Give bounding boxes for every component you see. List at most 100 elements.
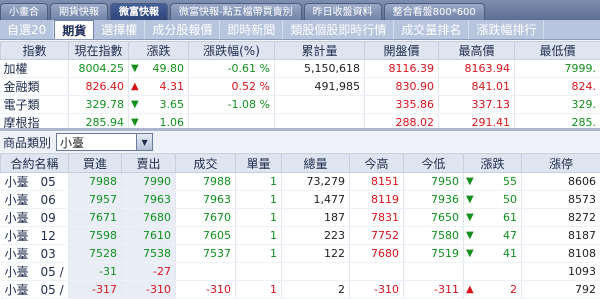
- index-name: 電子類: [0, 95, 69, 114]
- column-header[interactable]: 指數: [0, 41, 69, 60]
- total-volume: 122: [281, 244, 350, 263]
- column-header[interactable]: 現在指數: [68, 41, 129, 60]
- day-low: 7950: [403, 172, 464, 191]
- column-header[interactable]: 開盤價: [364, 41, 439, 60]
- tick-quantity: 1: [235, 280, 282, 299]
- high-price: 337.13: [438, 95, 515, 114]
- column-header[interactable]: 成交: [175, 153, 236, 173]
- day-high: -310: [349, 280, 404, 299]
- day-high: 7752: [349, 226, 404, 245]
- triangle-up-icon: ▲: [131, 81, 139, 92]
- ask-price[interactable]: 7610: [121, 226, 176, 245]
- high-price: 841.01: [438, 77, 515, 96]
- column-header[interactable]: 最低價: [514, 41, 600, 60]
- index-row[interactable]: 金融類 826.40 ▲ 4.31 0.52 % 491,985 830.90 841.01 8…: [0, 77, 600, 96]
- column-header[interactable]: 今低: [403, 153, 464, 173]
- limit-up-price: 8606: [521, 172, 600, 191]
- day-high: 8119: [349, 190, 404, 209]
- table-row[interactable]: 小臺 05 /-31 -27 1093: [0, 262, 600, 281]
- ask-price[interactable]: -27: [121, 262, 176, 281]
- pane-splitter[interactable]: [0, 128, 600, 131]
- change-percent: -1.08 %: [188, 95, 275, 114]
- low-price: 7999.: [514, 59, 600, 78]
- table-row[interactable]: 小臺 09 7671 7680 7670 1 187 7831 7650 ▼ 61 8272: [0, 208, 600, 227]
- ask-price[interactable]: -310: [121, 280, 176, 299]
- change-cell: ▼ 50: [463, 190, 522, 209]
- triangle-down-icon: ▼: [466, 230, 474, 241]
- cumulative-volume: 5,150,618: [274, 59, 365, 78]
- column-header[interactable]: 合約名稱: [0, 153, 69, 173]
- last-price: [175, 262, 236, 281]
- tick-quantity: 1: [235, 172, 282, 191]
- column-header[interactable]: 累計量: [274, 41, 365, 60]
- limit-up-price: 8187: [521, 226, 600, 245]
- window-tab[interactable]: 小畫合: [0, 3, 48, 20]
- index-row[interactable]: 電子類 329.78 ▼ 3.65 -1.08 % 335.86 337.13 329.: [0, 95, 600, 114]
- current-index: 329.78: [68, 95, 129, 114]
- window-tab[interactable]: 整合看盤800*600: [383, 3, 485, 20]
- change-cell: ▼ 61: [463, 208, 522, 227]
- change-value: 47: [503, 229, 517, 242]
- contract-name: 小臺 05: [0, 172, 69, 191]
- day-low: [403, 262, 464, 281]
- limit-up-price: 8108: [521, 244, 600, 263]
- bid-price[interactable]: -31: [68, 262, 122, 281]
- table-row[interactable]: 小臺 06 7957 7963 7963 1 1,477 8119 7936 ▼ 50 8573: [0, 190, 600, 209]
- column-header[interactable]: 買進: [68, 153, 122, 173]
- column-header[interactable]: 今高: [349, 153, 404, 173]
- change-value: 61: [503, 211, 517, 224]
- table-row[interactable]: 小臺 12 7598 7610 7605 1 223 7752 7580 ▼ 47 8187: [0, 226, 600, 245]
- function-tab[interactable]: 成交量排名: [394, 20, 470, 39]
- last-price: -310: [175, 280, 236, 299]
- bid-price[interactable]: 7598: [68, 226, 122, 245]
- category-select[interactable]: 小臺 ▼: [56, 133, 154, 151]
- ask-price[interactable]: 7538: [121, 244, 176, 263]
- change-value: 49.80: [152, 62, 185, 75]
- change-cell: ▲ 4.31: [128, 77, 189, 96]
- bid-price[interactable]: 7528: [68, 244, 122, 263]
- tick-quantity: 1: [235, 208, 282, 227]
- function-tab[interactable]: 成分股報價: [145, 20, 221, 39]
- bid-price[interactable]: 7957: [68, 190, 122, 209]
- column-header[interactable]: 單量: [235, 153, 282, 173]
- function-tab[interactable]: 即時新聞: [220, 20, 284, 39]
- table-row[interactable]: 小臺 05 /-317 -310 -310 1 2 -310 -311 ▲ 2 792: [0, 280, 600, 299]
- column-header[interactable]: 總量: [281, 153, 350, 173]
- current-index: 826.40: [68, 77, 129, 96]
- bid-price[interactable]: 7671: [68, 208, 122, 227]
- window-tab[interactable]: 期貨快報: [50, 3, 108, 20]
- chevron-down-icon[interactable]: ▼: [136, 134, 153, 150]
- window-tab[interactable]: 昨日收盤資料: [303, 3, 382, 20]
- table-row[interactable]: 小臺 03 7528 7538 7537 1 122 7680 7519 ▼ 41 8108: [0, 244, 600, 263]
- cumulative-volume: 491,985: [274, 77, 365, 96]
- change-value: 41: [503, 247, 517, 260]
- total-volume: 187: [281, 208, 350, 227]
- column-header[interactable]: 漲跌: [128, 41, 189, 60]
- column-header[interactable]: 漲跌: [463, 153, 522, 173]
- function-tab[interactable]: 漲跌幅排行: [469, 20, 545, 39]
- table-row[interactable]: 小臺 05 7988 7990 7988 1 73,279 8151 7950 ▼ 55 8606: [0, 172, 600, 191]
- bid-price[interactable]: 7988: [68, 172, 122, 191]
- column-header[interactable]: 漲停: [521, 153, 600, 173]
- ask-price[interactable]: 7963: [121, 190, 176, 209]
- column-header[interactable]: 漲跌幅(%): [188, 41, 275, 60]
- change-cell: [463, 262, 522, 281]
- ask-price[interactable]: 7990: [121, 172, 176, 191]
- change-cell: ▼ 41: [463, 244, 522, 263]
- day-low: 7650: [403, 208, 464, 227]
- function-tab[interactable]: 自選20: [0, 20, 55, 39]
- column-header[interactable]: 最高價: [438, 41, 515, 60]
- triangle-down-icon: ▼: [466, 248, 474, 259]
- window-tab[interactable]: 微富快報-點五檔帶買賣別: [170, 3, 302, 20]
- function-tab[interactable]: 類股個股即時行情: [283, 20, 395, 39]
- function-tab[interactable]: 期貨: [54, 20, 95, 39]
- change-value: 55: [503, 175, 517, 188]
- index-row[interactable]: 加權 8004.25 ▼ 49.80 -0.61 % 5,150,618 8116.39 81…: [0, 59, 600, 78]
- column-header[interactable]: 賣出: [121, 153, 176, 173]
- limit-up-price: 8272: [521, 208, 600, 227]
- function-tab[interactable]: 選擇權: [94, 20, 146, 39]
- open-price: 8116.39: [364, 59, 439, 78]
- window-tab[interactable]: 微富快報: [110, 3, 168, 20]
- ask-price[interactable]: 7680: [121, 208, 176, 227]
- bid-price[interactable]: -317: [68, 280, 122, 299]
